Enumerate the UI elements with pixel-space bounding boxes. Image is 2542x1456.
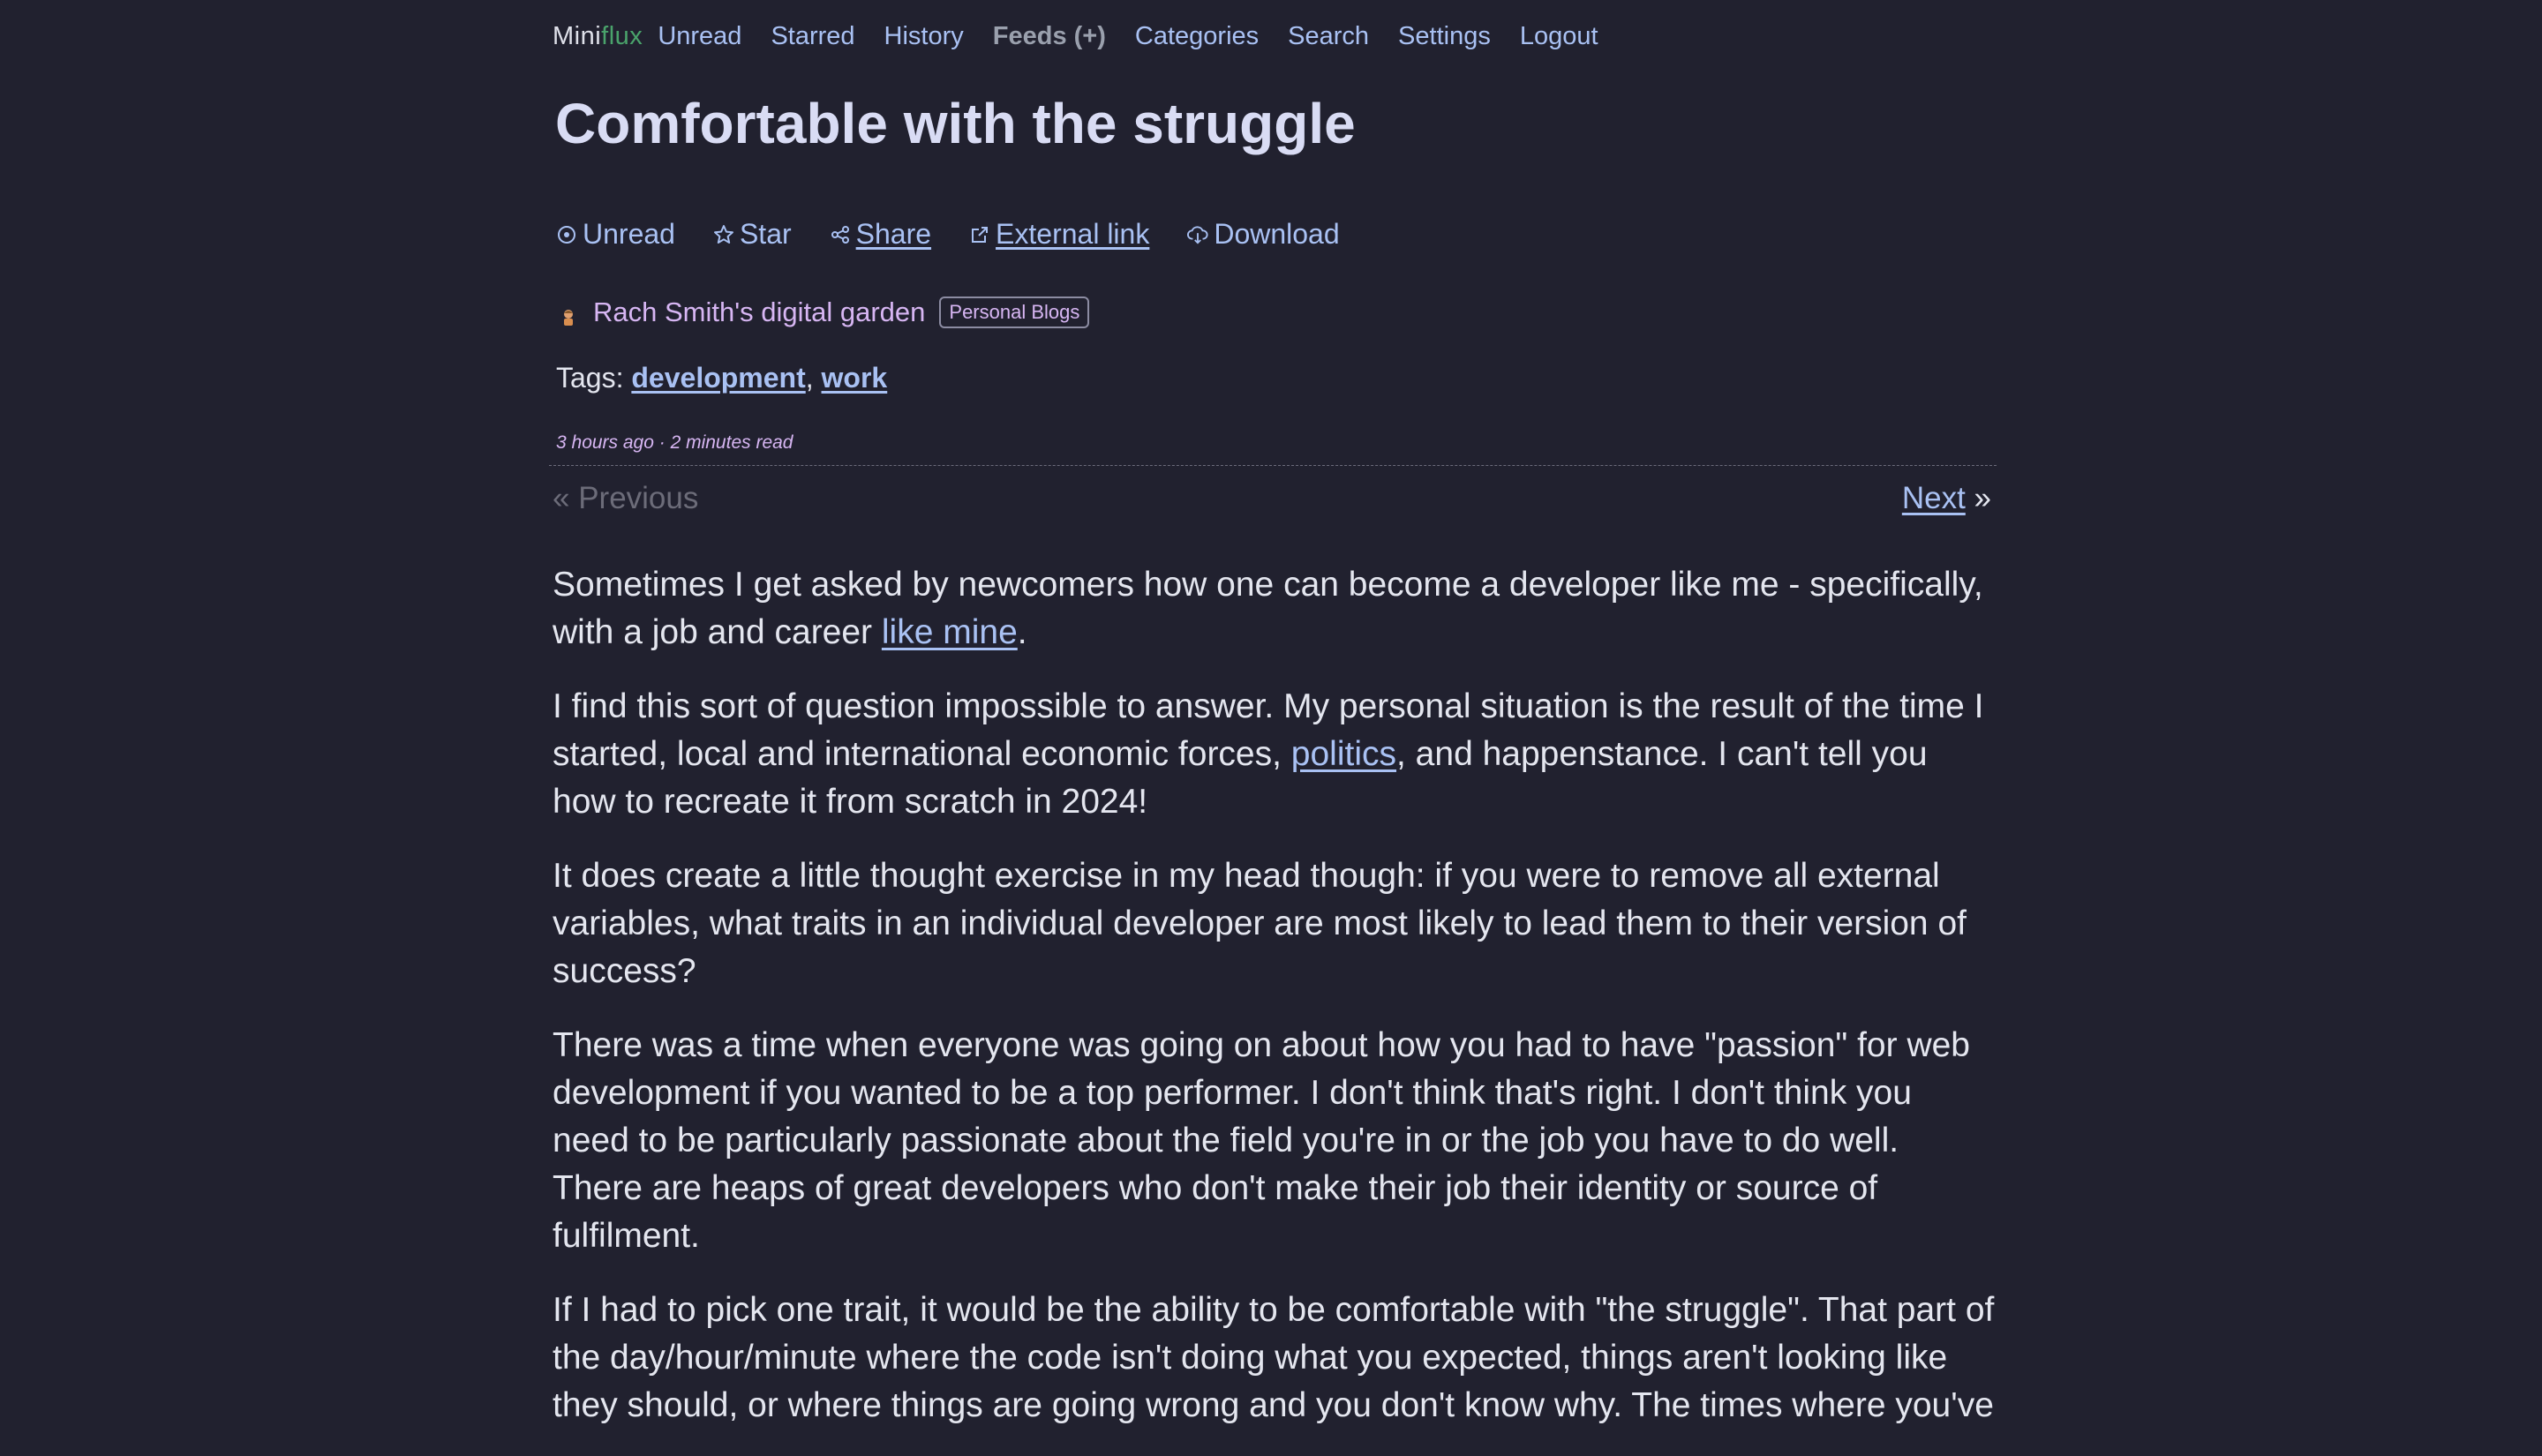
- feed-title-link[interactable]: Rach Smith's digital garden: [593, 296, 925, 328]
- tag-development[interactable]: development: [631, 362, 805, 394]
- next-arrow: »: [1965, 481, 1991, 515]
- nav-starred[interactable]: Starred: [771, 22, 854, 51]
- tags-line: Tags: development, work: [556, 362, 887, 394]
- mark-unread-button[interactable]: Unread: [556, 218, 675, 251]
- nav-unread[interactable]: Unread: [658, 22, 741, 51]
- divider: [549, 465, 1997, 466]
- star-icon: [713, 224, 734, 245]
- like-mine-link[interactable]: like mine: [882, 613, 1018, 651]
- next-nav: Next »: [1902, 481, 1991, 516]
- politics-link[interactable]: politics: [1291, 735, 1396, 773]
- entry-title[interactable]: Comfortable with the struggle: [555, 88, 1356, 159]
- entry-meta: 3 hours ago · 2 minutes read: [556, 432, 793, 453]
- paragraph-5: If I had to pick one trait, it would be …: [553, 1291, 1995, 1424]
- nav-logout[interactable]: Logout: [1520, 22, 1598, 51]
- tag-separator: ,: [805, 362, 822, 394]
- nav-settings[interactable]: Settings: [1398, 22, 1491, 51]
- entry-actions: Unread Star Share External link Download: [556, 218, 1378, 251]
- paragraph-2: I find this sort of question impossible …: [553, 683, 1997, 826]
- external-link-icon: [969, 224, 990, 245]
- share-link[interactable]: Share: [830, 218, 931, 251]
- mark-unread-label: Unread: [583, 218, 675, 250]
- logo-flux-text: flux: [601, 21, 643, 50]
- category-badge[interactable]: Personal Blogs: [939, 296, 1090, 328]
- tags-label: Tags:: [556, 362, 632, 394]
- nav-categories[interactable]: Categories: [1135, 22, 1259, 51]
- feed-info: Rach Smith's digital garden Personal Blo…: [560, 296, 1090, 328]
- previous-link-disabled: « Previous: [553, 481, 699, 515]
- logo-mini-text: Mini: [553, 21, 602, 50]
- paragraph-1-text: Sometimes I get asked by newcomers how o…: [553, 566, 1983, 651]
- paragraph-1: Sometimes I get asked by newcomers how o…: [553, 561, 1997, 657]
- entry-content: Sometimes I get asked by newcomers how o…: [553, 561, 1997, 1456]
- top-nav: Miniflux Unread Starred History Feeds (+…: [553, 18, 1628, 55]
- external-link-label: External link: [996, 218, 1150, 250]
- star-button[interactable]: Star: [713, 218, 792, 251]
- next-link[interactable]: Next: [1902, 481, 1966, 515]
- paragraph-1-end: .: [1017, 613, 1027, 651]
- feed-favicon-icon: [560, 303, 577, 326]
- nav-feeds[interactable]: Feeds (+): [993, 22, 1106, 51]
- share-label: Share: [855, 218, 932, 250]
- paragraph-4: There was a time when everyone was going…: [553, 1026, 1970, 1255]
- download-label: Download: [1214, 218, 1340, 250]
- cloud-download-icon: [1187, 224, 1208, 245]
- unread-circle-icon: [556, 224, 577, 245]
- tag-work[interactable]: work: [822, 362, 888, 394]
- nav-history[interactable]: History: [884, 22, 964, 51]
- paragraph-3: It does create a little thought exercise…: [553, 857, 1967, 990]
- logo[interactable]: Miniflux: [553, 22, 643, 51]
- nav-search[interactable]: Search: [1288, 22, 1369, 51]
- star-label: Star: [739, 218, 792, 250]
- download-button[interactable]: Download: [1187, 218, 1340, 251]
- share-icon: [830, 224, 851, 245]
- external-link[interactable]: External link: [969, 218, 1149, 251]
